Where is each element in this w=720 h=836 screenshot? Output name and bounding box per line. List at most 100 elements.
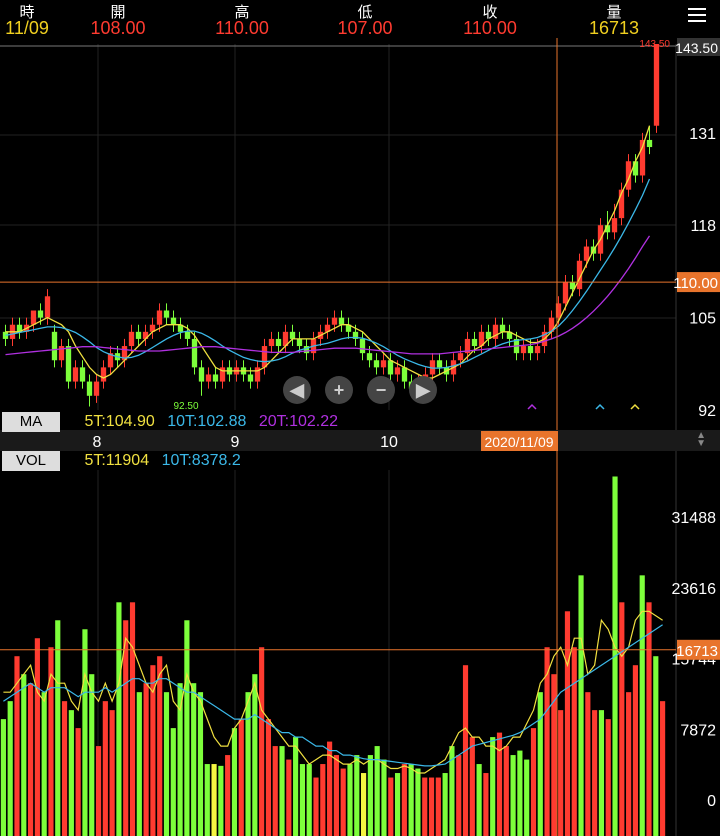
volume-bar [340, 768, 346, 836]
volume-bar [259, 647, 265, 836]
candle [366, 353, 373, 361]
volume-bar [360, 773, 367, 836]
candle [100, 367, 107, 382]
signal-marker [595, 403, 605, 410]
candle [163, 310, 170, 318]
candle [394, 367, 401, 375]
volume-bar [286, 759, 292, 836]
candle [373, 360, 380, 368]
volume-bar [442, 773, 448, 836]
volume-bar [544, 647, 550, 836]
candle [30, 310, 37, 325]
candle [128, 331, 135, 347]
price-tick: 118 [690, 218, 716, 235]
volume-bar [184, 620, 190, 836]
next-icon[interactable]: ▶ [409, 376, 437, 404]
cursor-volume-label: 16713 [676, 643, 718, 660]
prev-icon[interactable]: ◀ [283, 376, 311, 404]
volume-bar [116, 602, 122, 836]
candle [534, 346, 541, 354]
volume-bar [252, 674, 258, 836]
candle [212, 374, 219, 382]
volume-bar [211, 764, 217, 836]
candle [79, 367, 86, 382]
candle [205, 374, 212, 382]
volume-bar [143, 683, 149, 836]
volume-tick: 31488 [672, 510, 717, 527]
ma10-value: 10T:102.88 [167, 413, 247, 430]
volume-bar [571, 647, 577, 836]
candle [44, 296, 51, 318]
volume-bar [279, 746, 285, 836]
volume-bar [320, 764, 326, 836]
candle [436, 360, 443, 368]
cursor-date-label: 2020/11/09 [484, 434, 553, 450]
volume-bar [347, 764, 353, 836]
candle [471, 338, 478, 347]
volume-bar [435, 777, 441, 836]
volume-bar [510, 755, 516, 836]
volume-bar [333, 755, 339, 836]
volume-bar [109, 710, 115, 836]
volume-bar [55, 620, 61, 836]
candle [527, 346, 534, 354]
vol-tag[interactable]: VOL [2, 451, 60, 471]
volume-bar [496, 732, 503, 836]
candle [247, 374, 254, 382]
volume-bar [517, 750, 523, 836]
volume-bar [225, 755, 231, 836]
volume-bar [163, 692, 170, 836]
volume-bar [381, 759, 387, 836]
scroll-handle-icon[interactable]: ▲ ▼ [696, 431, 706, 449]
zoom-in-icon[interactable]: + [325, 376, 353, 404]
volume-bar [598, 710, 605, 836]
volume-bar [204, 764, 210, 836]
zoom-out-icon[interactable]: − [367, 376, 395, 404]
volume-bar [41, 692, 47, 836]
volume-bar [415, 768, 421, 836]
candle [499, 324, 506, 332]
menu-icon[interactable] [688, 8, 706, 22]
candle [520, 346, 527, 354]
candle [268, 338, 275, 347]
volume-bar [231, 728, 238, 836]
date-band [0, 430, 720, 451]
volume-bar [21, 674, 27, 836]
volume-bar [490, 737, 496, 836]
volume-bar [293, 737, 299, 836]
candle [646, 139, 653, 148]
volume-bar [136, 692, 142, 836]
signal-marker [527, 403, 537, 410]
candle [401, 367, 408, 382]
candle [51, 331, 58, 361]
volume-bar [7, 701, 13, 836]
candle [275, 338, 282, 347]
candle [156, 310, 163, 325]
candle [562, 282, 569, 304]
candle [359, 338, 366, 354]
volume-bar [102, 701, 108, 836]
header-value: 110.00 [215, 18, 269, 38]
volume-bar [558, 710, 564, 836]
volume-bar [564, 611, 571, 836]
volume-bar [68, 710, 74, 836]
candle [380, 360, 387, 368]
volume-bar [476, 764, 482, 836]
header-value: 16713 [588, 18, 640, 38]
ma20-value: 20T:102.22 [258, 413, 339, 430]
volume-bar [388, 777, 394, 836]
candle [86, 381, 93, 396]
header-value: 107.00 [337, 18, 393, 38]
volume-bar [469, 737, 475, 836]
ma-tag[interactable]: MA [2, 412, 60, 432]
candle [261, 346, 268, 368]
volume-bar [27, 683, 34, 836]
candle [37, 310, 44, 318]
volume-bar [265, 719, 272, 836]
candle [296, 338, 303, 347]
volume-bar [619, 602, 625, 836]
volume-bar [483, 773, 489, 836]
volume-bar [646, 602, 652, 836]
candle [72, 367, 79, 382]
volume-bar [299, 764, 306, 836]
